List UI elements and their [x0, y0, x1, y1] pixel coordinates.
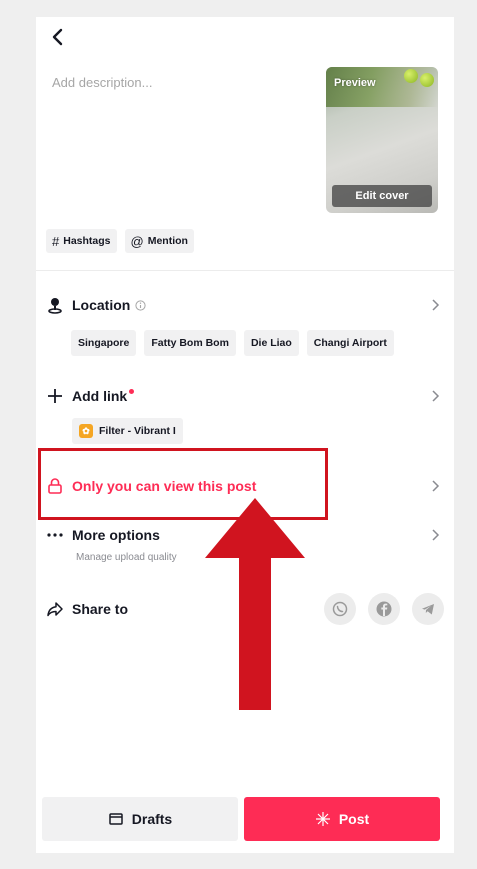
- back-button[interactable]: [46, 25, 70, 49]
- facebook-icon: [376, 601, 392, 617]
- cover-image-detail: [420, 73, 434, 87]
- post-button[interactable]: Post: [244, 797, 440, 841]
- filter-chip[interactable]: ✿ Filter - Vibrant I: [72, 418, 183, 444]
- chevron-right-icon: [432, 299, 440, 311]
- post-label: Post: [338, 811, 370, 827]
- hashtags-label: Hashtags: [63, 235, 111, 247]
- location-chip[interactable]: Die Liao: [243, 330, 299, 356]
- whatsapp-icon: [332, 601, 348, 617]
- filter-chip-label: Filter - Vibrant I: [99, 425, 176, 437]
- chevron-right-icon: [432, 480, 440, 492]
- share-targets: [324, 593, 444, 625]
- add-link-row[interactable]: Add link: [46, 384, 444, 408]
- drafts-icon: [109, 813, 123, 825]
- location-suggestions: Singapore Fatty Bom Bom Die Liao Changi …: [71, 330, 394, 356]
- chevron-right-icon: [432, 529, 440, 541]
- drafts-button[interactable]: Drafts: [42, 797, 238, 841]
- drafts-label: Drafts: [131, 811, 173, 827]
- chevron-right-icon: [432, 390, 440, 402]
- location-chip[interactable]: Singapore: [71, 330, 137, 356]
- location-pin-icon: [48, 298, 62, 314]
- at-icon: @: [130, 233, 144, 249]
- more-options-subtitle: Manage upload quality: [76, 552, 177, 563]
- arrow-up-icon: [205, 498, 305, 710]
- mention-label: Mention: [147, 235, 188, 247]
- share-facebook-button[interactable]: [368, 593, 400, 625]
- sparkle-icon: [315, 812, 330, 826]
- tag-chips: # Hashtags @ Mention: [46, 229, 194, 253]
- post-settings-screen: Add description... Preview Edit cover # …: [36, 17, 454, 853]
- edit-cover-button[interactable]: Edit cover: [332, 185, 432, 207]
- bottom-bar: Drafts Post: [42, 797, 440, 841]
- info-icon[interactable]: [135, 299, 146, 311]
- share-label: Share to: [72, 601, 129, 617]
- mention-chip[interactable]: @ Mention: [124, 229, 194, 253]
- location-chip[interactable]: Fatty Bom Bom: [144, 330, 236, 356]
- location-label: Location: [72, 297, 131, 313]
- chevron-left-icon: [52, 28, 63, 46]
- notification-dot: [129, 388, 135, 394]
- telegram-icon: [422, 604, 434, 615]
- location-chip[interactable]: Changi Airport: [306, 330, 394, 356]
- location-row[interactable]: Location: [46, 293, 444, 317]
- more-dots-icon: [47, 533, 63, 537]
- filter-icon: ✿: [79, 424, 93, 438]
- share-whatsapp-button[interactable]: [324, 593, 356, 625]
- description-input[interactable]: Add description...: [52, 75, 152, 90]
- hashtag-icon: #: [52, 233, 60, 249]
- cover-image-detail: [404, 69, 418, 83]
- share-telegram-button[interactable]: [412, 593, 444, 625]
- more-options-label: More options: [72, 527, 160, 543]
- cover-thumbnail[interactable]: Preview Edit cover: [326, 67, 438, 213]
- add-link-label: Add link: [72, 388, 128, 404]
- plus-icon: [48, 389, 62, 403]
- hashtags-chip[interactable]: # Hashtags: [46, 229, 117, 253]
- cover-preview-label: Preview: [334, 77, 376, 89]
- share-icon: [47, 602, 63, 617]
- divider: [36, 270, 454, 271]
